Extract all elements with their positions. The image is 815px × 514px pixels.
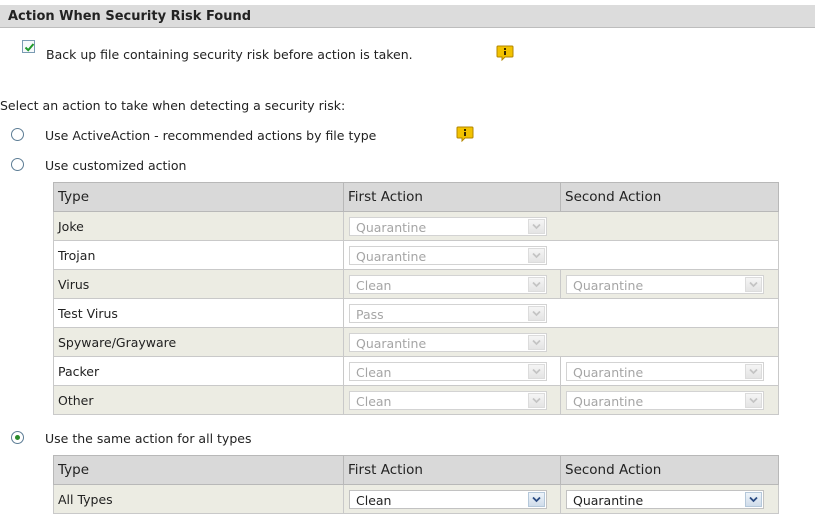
customized-label: Use customized action xyxy=(45,158,187,173)
table-row: Trojan Quarantine xyxy=(53,240,779,270)
table-row: Other Clean Quarantine xyxy=(53,385,779,415)
second-action-cell xyxy=(560,327,779,357)
radio-selected-dot xyxy=(15,435,20,440)
info-icon[interactable] xyxy=(496,45,514,61)
type-cell: Virus xyxy=(53,269,344,299)
custom-action-table: Type First Action Second Action Joke Qua… xyxy=(53,182,779,415)
first-action-select[interactable]: Quarantine xyxy=(349,216,547,236)
all-types-second-action-select[interactable]: Quarantine xyxy=(566,489,764,509)
second-action-cell: Quarantine xyxy=(560,356,779,386)
second-action-cell: Quarantine xyxy=(560,385,779,415)
first-action-cell: Quarantine xyxy=(343,211,561,241)
chevron-down-icon xyxy=(745,491,762,507)
section-header: Action When Security Risk Found xyxy=(0,5,815,28)
type-cell: Spyware/Grayware xyxy=(53,327,344,357)
type-cell: Joke xyxy=(53,211,344,241)
radio-customized[interactable] xyxy=(11,158,24,171)
first-action-select[interactable]: Clean xyxy=(349,361,547,381)
chevron-down-icon xyxy=(528,334,545,350)
second-action-select[interactable]: Quarantine xyxy=(566,390,764,410)
first-action-cell: Clean xyxy=(343,385,561,415)
first-action-select[interactable]: Clean xyxy=(349,390,547,410)
type-cell: Packer xyxy=(53,356,344,386)
first-action-cell: Quarantine xyxy=(343,240,561,270)
same-action-table: Type First Action Second Action All Type… xyxy=(53,455,779,514)
second-action-cell: Quarantine xyxy=(560,269,779,299)
table-row: Spyware/Grayware Quarantine xyxy=(53,327,779,357)
second-action-cell xyxy=(560,240,779,270)
second-action-select[interactable]: Quarantine xyxy=(566,274,764,294)
all-types-first-action-select[interactable]: Clean xyxy=(349,489,547,509)
col-header-first-action: First Action xyxy=(343,455,561,485)
col-header-type: Type xyxy=(53,182,344,212)
section-title: Action When Security Risk Found xyxy=(8,9,252,24)
chevron-down-icon xyxy=(528,305,545,321)
chevron-down-icon xyxy=(528,247,545,263)
chevron-down-icon xyxy=(528,491,545,507)
action-prompt: Select an action to take when detecting … xyxy=(0,98,346,113)
first-action-select[interactable]: Quarantine xyxy=(349,332,547,352)
info-icon[interactable] xyxy=(456,126,474,142)
first-action-cell: Clean xyxy=(343,484,561,514)
first-action-cell: Pass xyxy=(343,298,561,328)
type-cell: All Types xyxy=(53,484,344,514)
backup-checkbox[interactable] xyxy=(22,40,35,53)
radio-active-action[interactable] xyxy=(11,128,24,141)
table-row: Test Virus Pass xyxy=(53,298,779,328)
table-row: All Types Clean Quarantine xyxy=(53,484,779,514)
first-action-select[interactable]: Pass xyxy=(349,303,547,323)
backup-label: Back up file containing security risk be… xyxy=(46,47,413,62)
second-action-cell xyxy=(560,211,779,241)
second-action-cell: Quarantine xyxy=(560,484,779,514)
type-cell: Trojan xyxy=(53,240,344,270)
chevron-down-icon xyxy=(745,363,762,379)
col-header-second-action: Second Action xyxy=(560,455,779,485)
first-action-select[interactable]: Quarantine xyxy=(349,245,547,265)
radio-same-action[interactable] xyxy=(11,431,24,444)
chevron-down-icon xyxy=(528,276,545,292)
type-cell: Test Virus xyxy=(53,298,344,328)
second-action-cell xyxy=(560,298,779,328)
table-row: Packer Clean Quarantine xyxy=(53,356,779,386)
first-action-cell: Clean xyxy=(343,269,561,299)
table-header-row: Type First Action Second Action xyxy=(53,182,779,212)
col-header-second-action: Second Action xyxy=(560,182,779,212)
first-action-cell: Clean xyxy=(343,356,561,386)
col-header-first-action: First Action xyxy=(343,182,561,212)
col-header-type: Type xyxy=(53,455,344,485)
same-action-label: Use the same action for all types xyxy=(45,431,252,446)
active-action-label: Use ActiveAction - recommended actions b… xyxy=(45,128,377,143)
table-row: Joke Quarantine xyxy=(53,211,779,241)
type-cell: Other xyxy=(53,385,344,415)
table-row: Virus Clean Quarantine xyxy=(53,269,779,299)
check-icon xyxy=(24,43,35,52)
chevron-down-icon xyxy=(528,363,545,379)
table-header-row: Type First Action Second Action xyxy=(53,455,779,485)
first-action-cell: Quarantine xyxy=(343,327,561,357)
chevron-down-icon xyxy=(528,218,545,234)
chevron-down-icon xyxy=(745,276,762,292)
second-action-select[interactable]: Quarantine xyxy=(566,361,764,381)
chevron-down-icon xyxy=(528,392,545,408)
chevron-down-icon xyxy=(745,392,762,408)
first-action-select[interactable]: Clean xyxy=(349,274,547,294)
